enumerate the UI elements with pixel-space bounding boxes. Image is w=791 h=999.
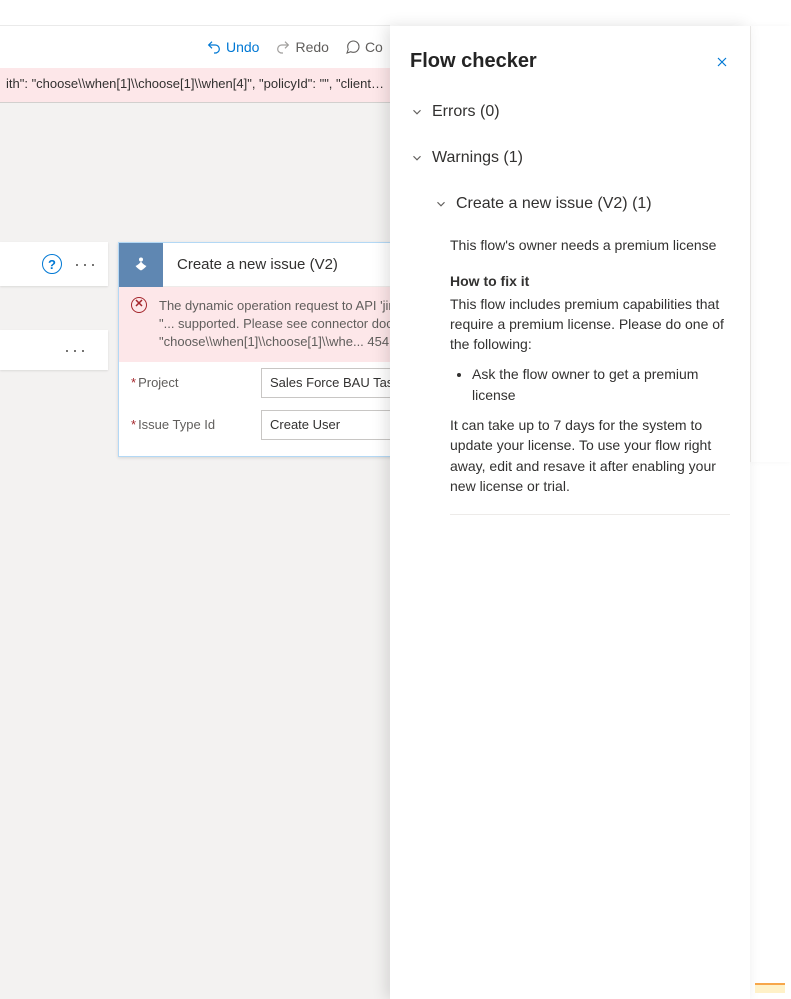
divider <box>450 514 730 515</box>
editor-toolbar: Undo Redo Co <box>0 26 390 68</box>
prev-action-card-stub[interactable]: ? ··· <box>0 242 108 286</box>
decorative-strip <box>755 983 785 993</box>
help-circle-icon[interactable]: ? <box>42 254 62 274</box>
howto-heading: How to fix it <box>450 271 730 291</box>
flow-checker-panel: Flow checker Errors (0) Warnings (1) Cre… <box>390 26 750 999</box>
global-error-banner: ith": "choose\\when[1]\\choose[1]\\when[… <box>0 68 390 102</box>
error-icon: ✕ <box>131 297 147 313</box>
action-card-title: Create a new issue (V2) <box>177 256 338 273</box>
howto-footer: It can take up to 7 days for the system … <box>450 415 730 496</box>
global-error-text: ith": "choose\\when[1]\\choose[1]\\when[… <box>6 76 390 91</box>
warning-detail: This flow's owner needs a premium licens… <box>410 235 730 496</box>
chevron-down-icon <box>434 197 448 211</box>
flow-checker-title: Flow checker <box>410 50 537 73</box>
panel-outer-strip <box>750 26 791 462</box>
warning-title: This flow's owner needs a premium licens… <box>450 235 730 255</box>
redo-label: Redo <box>295 39 328 55</box>
flow-canvas[interactable] <box>0 102 390 999</box>
warning-item[interactable]: Create a new issue (V2) (1) <box>410 189 730 219</box>
jira-icon <box>119 243 163 287</box>
chevron-down-icon <box>410 105 424 119</box>
more-dots-icon[interactable]: ··· <box>74 254 98 275</box>
errors-label: Errors (0) <box>432 103 500 121</box>
undo-label: Undo <box>226 39 259 55</box>
warning-item-label: Create a new issue (V2) (1) <box>456 195 652 213</box>
redo-button[interactable]: Redo <box>269 35 334 59</box>
undo-button[interactable]: Undo <box>200 35 265 59</box>
flow-checker-header: Flow checker <box>410 50 730 73</box>
close-icon[interactable] <box>714 54 730 70</box>
comments-button[interactable]: Co <box>339 35 389 59</box>
howto-bullet: Ask the flow owner to get a premium lice… <box>472 364 730 405</box>
errors-section[interactable]: Errors (0) <box>410 97 730 127</box>
field-project-label: *Project <box>131 375 261 390</box>
howto-list: Ask the flow owner to get a premium lice… <box>450 364 730 405</box>
comments-label: Co <box>365 39 383 55</box>
warnings-section[interactable]: Warnings (1) <box>410 143 730 173</box>
warnings-label: Warnings (1) <box>432 149 523 167</box>
howto-body: This flow includes premium capabilities … <box>450 294 730 355</box>
more-dots-icon[interactable]: ··· <box>64 340 88 361</box>
chevron-down-icon <box>410 151 424 165</box>
prev-action-card-stub-2[interactable]: ··· <box>0 330 108 370</box>
field-issue-type-label: *Issue Type Id <box>131 417 261 432</box>
